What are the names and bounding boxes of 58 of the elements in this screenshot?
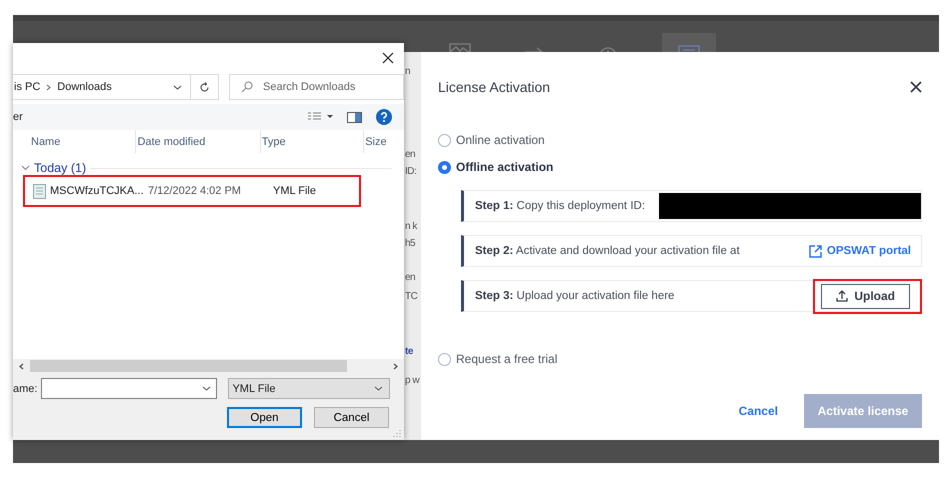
background-text: te bbox=[405, 346, 413, 357]
radio-option[interactable]: Online activation bbox=[438, 130, 545, 150]
dialog-title: License Activation bbox=[438, 79, 550, 95]
step-text: Step 2: Activate and download your activation file at bbox=[475, 245, 740, 257]
dropdown-icon[interactable] bbox=[202, 386, 212, 391]
view-options-icon[interactable] bbox=[307, 112, 333, 122]
background-text: en bbox=[405, 272, 416, 283]
preview-pane-icon[interactable] bbox=[347, 112, 362, 122]
resize-grip-icon[interactable] bbox=[393, 429, 401, 437]
background-text: p w bbox=[405, 375, 420, 386]
upload-button[interactable]: Upload bbox=[821, 284, 910, 308]
column-header[interactable]: Date modified bbox=[136, 130, 261, 153]
scroll-left-icon[interactable] bbox=[19, 362, 24, 370]
column-header[interactable]: Size bbox=[364, 130, 404, 153]
radio-option[interactable]: Request a free trial bbox=[438, 349, 558, 369]
refresh-icon bbox=[198, 82, 210, 92]
file-type-dropdown[interactable]: YML File bbox=[228, 378, 390, 399]
search-field[interactable]: Search Downloads bbox=[229, 74, 404, 100]
help-icon[interactable] bbox=[376, 109, 392, 125]
close-icon[interactable] bbox=[910, 81, 922, 93]
column-header[interactable]: Type bbox=[260, 130, 364, 153]
search-icon bbox=[241, 81, 253, 93]
address-bar[interactable]: is PC Downloads bbox=[13, 74, 191, 100]
portal-link[interactable]: OPSWAT portal bbox=[808, 244, 911, 258]
group-label[interactable]: Today (1) bbox=[34, 161, 86, 175]
background-text: h5 bbox=[405, 238, 416, 249]
collapse-icon[interactable] bbox=[21, 165, 30, 171]
background-text: n k bbox=[405, 221, 417, 232]
external-link-icon bbox=[808, 244, 822, 258]
step-text: Step 3: Upload your activation file here bbox=[475, 290, 674, 302]
toolbar-label[interactable]: er bbox=[13, 111, 23, 123]
file-date: 7/12/2022 4:02 PM bbox=[148, 185, 242, 197]
path-segment[interactable]: Downloads bbox=[57, 81, 112, 93]
scroll-right-icon[interactable] bbox=[393, 362, 398, 370]
column-header[interactable]: Name bbox=[30, 130, 136, 153]
dialog-button[interactable]: Open bbox=[227, 407, 302, 428]
path-segment[interactable]: is PC bbox=[14, 81, 40, 93]
background-text: ID: bbox=[405, 166, 416, 177]
file-name-field[interactable] bbox=[41, 378, 218, 399]
refresh-button[interactable] bbox=[190, 74, 219, 100]
background-text: en bbox=[405, 149, 416, 160]
scrollbar-thumb[interactable] bbox=[30, 360, 347, 372]
dropdown-icon[interactable] bbox=[172, 84, 182, 90]
close-icon[interactable] bbox=[380, 50, 396, 66]
background-text: n bbox=[405, 66, 410, 77]
cancel-link[interactable]: Cancel bbox=[738, 404, 778, 418]
file-icon bbox=[33, 184, 46, 198]
file-name: MSCWfzuTCJKA... bbox=[50, 185, 144, 197]
file-name-label: ame: bbox=[13, 382, 38, 394]
chevron-icon bbox=[46, 84, 52, 90]
radio-option[interactable]: Offline activation bbox=[438, 157, 554, 177]
file-row[interactable]: MSCWfzuTCJKA... 7/12/2022 4:02 PM YML File bbox=[23, 175, 361, 207]
upload-icon bbox=[836, 290, 848, 302]
file-type: YML File bbox=[273, 185, 316, 197]
dialog-button[interactable]: Cancel bbox=[314, 407, 389, 428]
background-text: TC bbox=[405, 291, 418, 302]
step-text: Step 1: Copy this deployment ID: bbox=[475, 200, 646, 212]
dropdown-icon bbox=[374, 386, 384, 391]
